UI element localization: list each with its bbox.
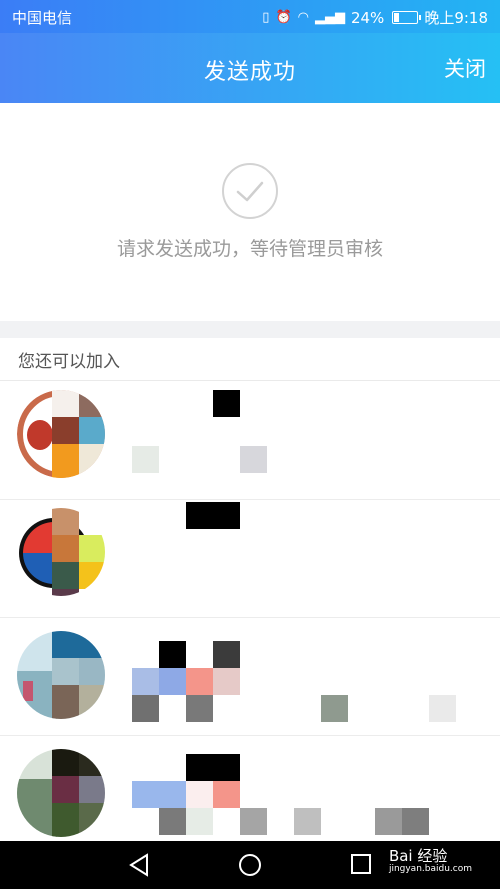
recents-icon[interactable] [350,853,372,879]
status-bar: 中国电信 ▯ ⏰ ◠ ▂▄▆ 24% 晚上9:18 [0,0,500,33]
list-item[interactable] [0,735,500,841]
status-icons: ▯ ⏰ ◠ ▂▄▆ 24% 晚上9:18 [262,7,488,28]
carrier-name: 中国电信 [12,9,73,27]
title-bar: 发送成功 关闭 [0,33,500,103]
vibrate-icon: ▯ [262,10,270,25]
suggestions-header: 您还可以加入 [0,338,500,381]
list-item[interactable] [0,381,500,500]
suggestions-title: 您还可以加入 [18,352,120,372]
success-panel: 请求发送成功，等待管理员审核 [0,103,500,321]
signal-4g-icon: ▂▄▆ [314,10,345,25]
clock: 晚上9:18 [424,9,488,27]
group-avatar[interactable] [17,631,105,719]
back-icon[interactable] [128,853,150,881]
page-title: 发送成功 [203,60,296,85]
group-list [0,381,500,841]
watermark-brand: Bai 经验 [388,847,448,865]
home-icon[interactable] [238,853,262,881]
list-item[interactable] [0,617,500,736]
battery-icon [392,11,422,24]
battery-percent: 24% [350,8,385,27]
alarm-icon: ⏰ [275,10,292,25]
section-divider [0,321,500,338]
close-button[interactable]: 关闭 [444,53,486,83]
list-item[interactable] [0,499,500,618]
system-nav-bar: Bai 经验 jingyan.baidu.com [0,841,500,889]
wifi-icon: ◠ [297,10,309,25]
watermark-url: jingyan.baidu.com [388,864,472,874]
baidu-jingyan-watermark: Bai 经验 jingyan.baidu.com [389,845,472,874]
group-avatar[interactable] [17,508,105,596]
group-avatar[interactable] [17,390,105,478]
check-circle-icon [222,163,278,219]
group-avatar[interactable] [17,749,105,837]
success-message: 请求发送成功，等待管理员审核 [116,238,383,260]
